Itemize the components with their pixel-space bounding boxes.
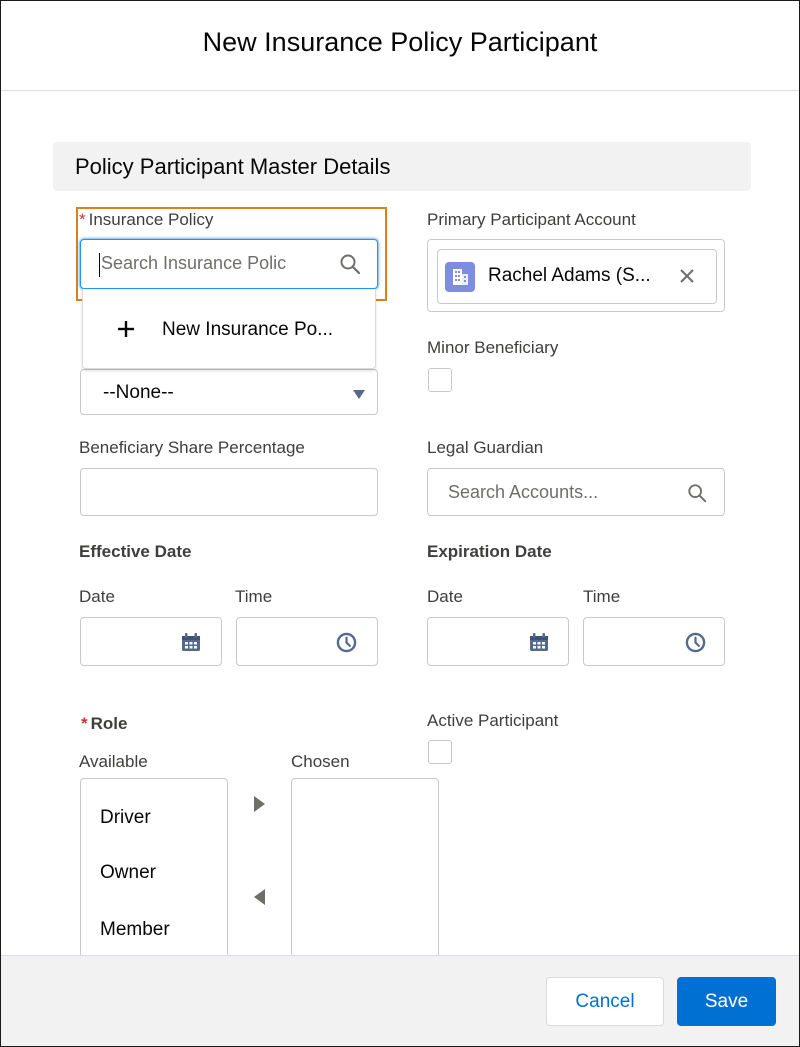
modal-title: New Insurance Policy Participant <box>202 27 598 57</box>
expiration-date-input[interactable] <box>427 617 569 666</box>
insurance-policy-search-input[interactable]: Search Insurance Polic <box>80 239 378 289</box>
primary-account-field: Rachel Adams (S... <box>427 239 725 312</box>
role-label-text: Role <box>90 714 128 733</box>
insurance-policy-dropdown: New Insurance Po... <box>82 289 376 369</box>
cancel-button[interactable]: Cancel <box>546 977 664 1026</box>
list-item[interactable]: Driver <box>100 807 151 829</box>
effective-date-input[interactable] <box>80 617 222 666</box>
active-participant-checkbox[interactable] <box>428 740 452 764</box>
picklist-selected-value: --None-- <box>103 382 174 403</box>
minor-beneficiary-checkbox[interactable] <box>428 368 452 392</box>
move-left-icon[interactable] <box>254 889 265 910</box>
clock-icon[interactable] <box>685 632 706 658</box>
available-label: Available <box>79 752 148 771</box>
insurance-policy-label-text: Insurance Policy <box>88 210 214 229</box>
insurance-policy-placeholder: Search Insurance Polic <box>101 253 287 273</box>
available-options-list[interactable]: Driver Owner Member <box>80 778 228 955</box>
picklist-select[interactable]: --None-- <box>80 369 378 415</box>
expiration-date-date-label: Date <box>427 587 463 606</box>
expiration-date-time-label: Time <box>583 587 621 606</box>
minor-beneficiary-label: Minor Beneficiary <box>427 338 559 357</box>
text-cursor <box>99 253 100 277</box>
modal-dialog: New Insurance Policy Participant Policy … <box>0 0 800 1047</box>
insurance-policy-label: * Insurance Policy <box>79 210 213 230</box>
expiration-time-input[interactable] <box>583 617 725 666</box>
effective-time-input[interactable] <box>236 617 378 666</box>
role-label: * Role <box>81 714 127 734</box>
close-icon[interactable] <box>679 268 695 289</box>
chosen-label: Chosen <box>291 752 350 771</box>
save-button[interactable]: Save <box>677 977 776 1026</box>
effective-date-date-label: Date <box>79 587 115 606</box>
primary-account-label: Primary Participant Account <box>427 210 636 229</box>
new-insurance-policy-label: New Insurance Po... <box>162 319 334 340</box>
effective-date-time-label: Time <box>235 587 273 606</box>
expiration-date-label: Expiration Date <box>427 542 552 561</box>
primary-account-pill[interactable]: Rachel Adams (S... <box>437 249 717 304</box>
chosen-options-list[interactable] <box>291 778 439 955</box>
modal-header: New Insurance Policy Participant <box>1 1 799 91</box>
search-icon <box>687 483 707 508</box>
calendar-icon[interactable] <box>181 632 201 657</box>
beneficiary-share-input[interactable] <box>80 468 378 516</box>
modal-body[interactable]: Policy Participant Master Details * Insur… <box>1 91 799 955</box>
required-asterisk: * <box>79 210 86 229</box>
effective-date-label: Effective Date <box>79 542 192 561</box>
modal-footer: Cancel Save <box>1 955 799 1046</box>
new-insurance-policy-option[interactable]: New Insurance Po... <box>83 289 375 369</box>
calendar-icon[interactable] <box>529 632 549 657</box>
add-icon <box>117 320 135 343</box>
search-icon <box>339 253 361 280</box>
clock-icon[interactable] <box>336 632 357 658</box>
list-item[interactable]: Owner <box>100 862 156 884</box>
account-icon <box>445 262 475 297</box>
required-asterisk: * <box>81 714 88 733</box>
legal-guardian-label: Legal Guardian <box>427 438 544 457</box>
legal-guardian-search-input[interactable]: Search Accounts... <box>427 468 725 516</box>
move-right-icon[interactable] <box>254 796 265 817</box>
section-title: Policy Participant Master Details <box>75 154 391 179</box>
legal-guardian-placeholder: Search Accounts... <box>448 482 599 502</box>
primary-account-value: Rachel Adams (S... <box>488 265 651 286</box>
list-item[interactable]: Member <box>100 919 170 941</box>
active-participant-label: Active Participant <box>427 711 559 730</box>
section-header[interactable]: Policy Participant Master Details <box>53 142 751 191</box>
chevron-down-icon <box>353 387 365 405</box>
beneficiary-share-label: Beneficiary Share Percentage <box>79 438 305 457</box>
